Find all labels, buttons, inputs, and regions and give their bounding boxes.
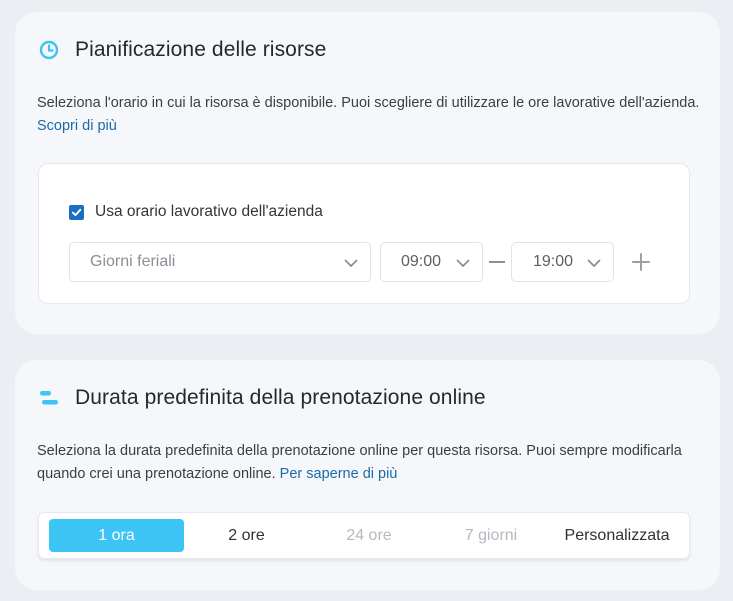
- end-time-select[interactable]: 19:00: [511, 242, 614, 282]
- booking-duration-description: Seleziona la durata predefinita della pr…: [37, 440, 707, 486]
- learn-more-link[interactable]: Per saperne di più: [280, 466, 398, 482]
- use-company-hours-checkbox[interactable]: [69, 204, 84, 220]
- start-time-value: 09:00: [401, 253, 442, 270]
- days-select[interactable]: Giorni feriali: [69, 242, 371, 282]
- scheduling-header: Pianificazione delle risorse: [37, 38, 326, 62]
- use-company-hours-label: Usa orario lavorativo dell'azienda: [95, 203, 323, 220]
- learn-more-link[interactable]: Scopri di più: [37, 118, 117, 134]
- chevron-down-icon: [587, 259, 601, 267]
- booking-duration-card: Durata predefinita della prenotazione on…: [15, 360, 720, 590]
- scheduling-description-text: Seleziona l'orario in cui la risorsa è d…: [37, 95, 700, 111]
- duration-option-24-hours: 24 ore: [346, 526, 392, 544]
- chevron-down-icon: [456, 259, 470, 267]
- booking-duration-header: Durata predefinita della prenotazione on…: [37, 386, 486, 410]
- booking-duration-title: Durata predefinita della prenotazione on…: [75, 386, 486, 409]
- resource-scheduling-card: Pianificazione delle risorse Seleziona l…: [15, 12, 720, 334]
- end-time-value: 19:00: [533, 253, 574, 270]
- duration-option-7-days: 7 giorni: [464, 526, 518, 544]
- duration-option-custom[interactable]: Personalizzata: [553, 519, 681, 552]
- checkmark-icon: [71, 208, 82, 216]
- scheduling-description: Seleziona l'orario in cui la risorsa è d…: [37, 92, 707, 138]
- working-hours-panel: Usa orario lavorativo dell'azienda Giorn…: [38, 163, 690, 304]
- duration-segmented-control: 1 ora 2 ore 24 ore 7 giorni Personalizza…: [38, 512, 690, 559]
- add-time-slot-button[interactable]: [629, 250, 653, 274]
- time-range-separator: [489, 261, 505, 263]
- clock-icon: [37, 38, 61, 62]
- duration-option-2-hours[interactable]: 2 ore: [189, 519, 304, 552]
- start-time-select[interactable]: 09:00: [380, 242, 483, 282]
- plus-icon: [632, 253, 650, 271]
- scheduling-title: Pianificazione delle risorse: [75, 38, 327, 61]
- duration-option-1-hour[interactable]: 1 ora: [49, 519, 184, 552]
- days-select-value: Giorni feriali: [90, 253, 176, 270]
- chevron-down-icon: [344, 259, 358, 267]
- duration-bars-icon: [37, 386, 61, 410]
- use-company-hours-option[interactable]: Usa orario lavorativo dell'azienda: [69, 203, 323, 221]
